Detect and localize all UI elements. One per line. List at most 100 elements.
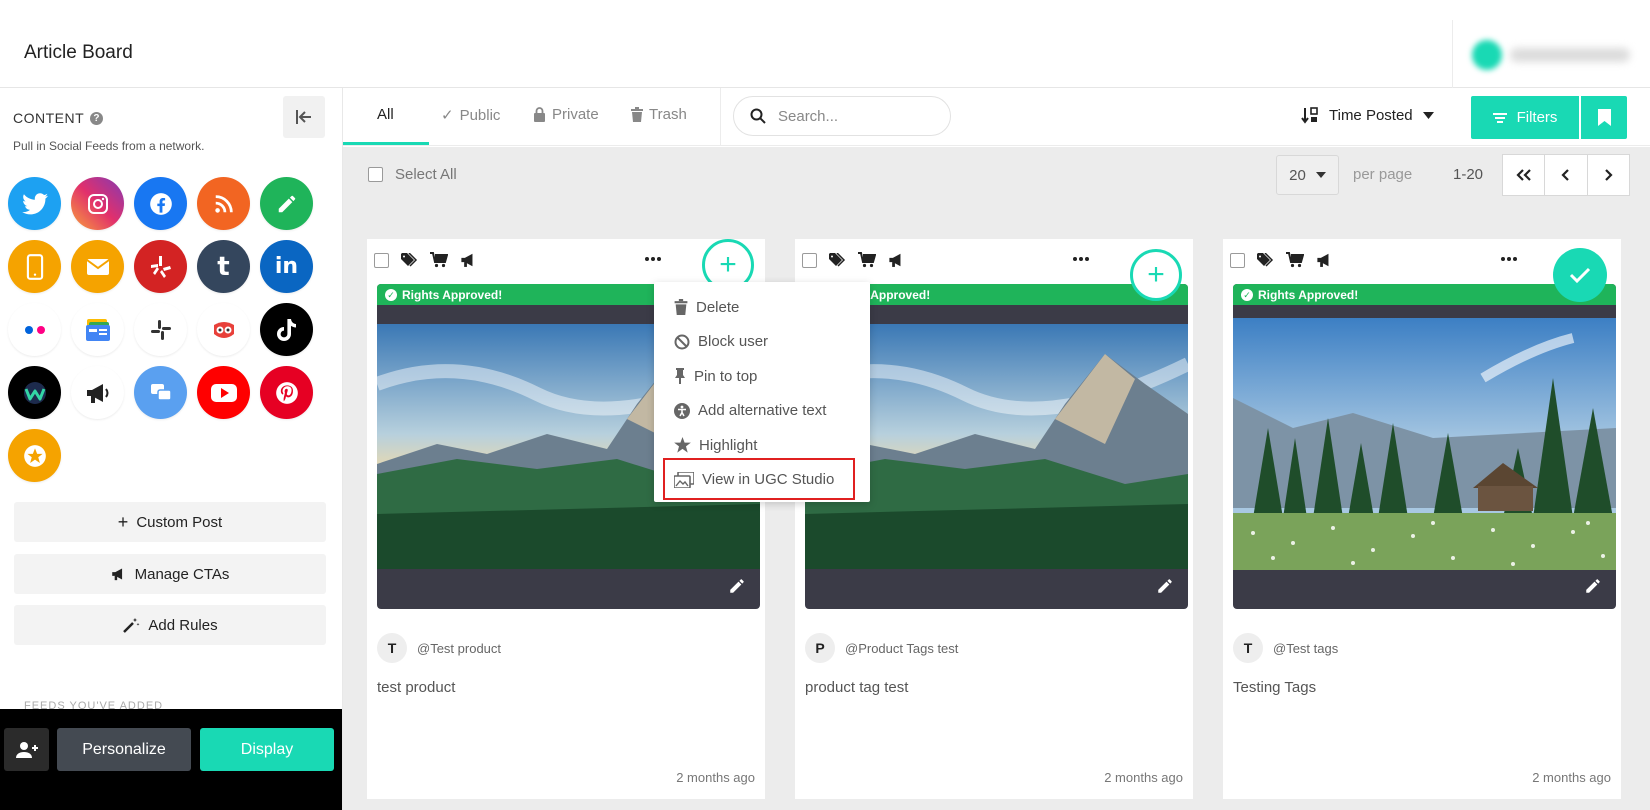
add-rules-button[interactable]: Add Rules (14, 605, 326, 645)
linkedin-icon: in (274, 254, 299, 279)
reviews-network-button[interactable] (8, 429, 61, 482)
tab-trash[interactable]: Trash (631, 106, 687, 123)
star-icon (674, 437, 691, 453)
menu-item-alt-text[interactable]: Add alternative text (654, 394, 870, 429)
slack-network-button[interactable] (134, 303, 187, 356)
tab-public[interactable]: ✓ Public (441, 106, 500, 125)
display-button[interactable]: Display (200, 728, 334, 771)
menu-item-block-user[interactable]: Block user (654, 325, 870, 360)
content-heading-label: CONTENT (13, 110, 85, 126)
instagram-network-button[interactable] (71, 177, 124, 230)
yelp-network-button[interactable] (134, 240, 187, 293)
tags-icon[interactable] (829, 252, 846, 268)
content-subtitle: Pull in Social Feeds from a network. (13, 139, 205, 153)
select-bar: Select All 20 per page 1-20 (343, 147, 1650, 203)
highlight-outline (663, 458, 855, 500)
first-page-button[interactable] (1503, 155, 1546, 195)
user-avatar (1472, 40, 1502, 70)
card-select-checkbox[interactable] (374, 252, 389, 268)
add-rules-label: Add Rules (148, 616, 218, 634)
pagination (1502, 154, 1630, 196)
twitter-network-button[interactable] (8, 177, 61, 230)
manage-ctas-button[interactable]: Manage CTAs (14, 554, 326, 594)
meadow-cabin-photo (1233, 318, 1616, 570)
shopping-cart-icon[interactable] (858, 252, 876, 268)
flickr-network-button[interactable] (8, 303, 61, 356)
menu-item-delete[interactable]: Delete (654, 290, 870, 325)
author-handle[interactable]: @Test tags (1273, 641, 1338, 656)
post-author: T @Test product (377, 633, 501, 663)
add-user-button[interactable] (4, 728, 49, 771)
custom-post-label: Custom Post (136, 513, 223, 531)
pinterest-network-button[interactable] (260, 366, 313, 419)
announcement-network-button[interactable] (71, 366, 124, 419)
select-all-label: Select All (395, 166, 457, 183)
facebook-network-button[interactable] (134, 177, 187, 230)
card-select-checkbox[interactable] (1230, 252, 1245, 268)
post-media[interactable]: ✓ Rights Approved! (1233, 284, 1616, 609)
edit-pencil-icon[interactable] (728, 577, 746, 595)
twitter-icon (21, 192, 48, 214)
add-to-collection-button[interactable]: + (1130, 249, 1182, 301)
next-page-button[interactable] (1588, 155, 1629, 195)
search-input[interactable] (778, 107, 928, 125)
edit-pencil-icon[interactable] (1584, 577, 1602, 595)
sort-icon (1301, 107, 1318, 124)
sidebar: CONTENT ? Pull in Social Feeds from a ne… (0, 88, 343, 810)
per-page-select[interactable]: 20 (1276, 155, 1339, 195)
personalize-button[interactable]: Personalize (57, 728, 191, 771)
tiktok-network-button[interactable] (260, 303, 313, 356)
more-options-icon[interactable] (1501, 257, 1517, 261)
megaphone-icon[interactable] (888, 252, 906, 268)
card-toolbar (802, 252, 906, 268)
select-all-checkbox[interactable] (368, 167, 383, 182)
linkedin-network-button[interactable]: in (260, 240, 313, 293)
shopping-cart-icon[interactable] (1286, 252, 1304, 268)
tumblr-network-button[interactable]: t (197, 240, 250, 293)
tab-all-label: All (377, 106, 394, 123)
email-network-button[interactable] (71, 240, 124, 293)
custom-post-network-button[interactable] (260, 177, 313, 230)
chat-network-button[interactable] (134, 366, 187, 419)
plus-icon: + (1147, 258, 1165, 291)
author-handle[interactable]: @Product Tags test (845, 641, 958, 656)
post-time: 2 months ago (1104, 770, 1183, 785)
approved-toggle-button[interactable] (1553, 248, 1607, 302)
webex-network-button[interactable] (8, 366, 61, 419)
mobile-network-button[interactable] (8, 240, 61, 293)
tab-all[interactable]: All (377, 106, 394, 123)
megaphone-icon[interactable] (460, 252, 478, 268)
shopping-cart-icon[interactable] (430, 252, 448, 268)
search-box[interactable] (733, 96, 951, 136)
collapse-sidebar-button[interactable] (283, 96, 325, 138)
bookmark-icon (1597, 109, 1611, 126)
filters-button[interactable]: Filters (1471, 96, 1579, 139)
pin-icon (675, 368, 685, 385)
header-divider (1452, 20, 1453, 88)
edit-pencil-icon[interactable] (1156, 577, 1174, 595)
user-account-menu[interactable] (1470, 38, 1640, 72)
double-chevron-left-icon (1516, 169, 1531, 181)
prev-page-button[interactable] (1545, 155, 1588, 195)
help-icon[interactable]: ? (90, 111, 104, 125)
saved-filters-button[interactable] (1581, 96, 1627, 139)
card-select-checkbox[interactable] (802, 252, 817, 268)
google-news-network-button[interactable] (71, 303, 124, 356)
youtube-network-button[interactable] (197, 366, 250, 419)
megaphone-icon[interactable] (1316, 252, 1334, 268)
select-all[interactable]: Select All (368, 166, 457, 183)
tags-icon[interactable] (401, 252, 418, 268)
custom-post-button[interactable]: + Custom Post (14, 502, 326, 542)
menu-item-pin-to-top[interactable]: Pin to top (654, 359, 870, 394)
rights-label: Rights Approved! (402, 287, 503, 302)
sort-dropdown[interactable]: Time Posted (1301, 106, 1434, 124)
tags-icon[interactable] (1257, 252, 1274, 268)
more-options-icon[interactable] (645, 257, 661, 261)
rss-network-button[interactable] (197, 177, 250, 230)
post-card[interactable]: ✓ Rights Approved! T @Test tags Testing … (1223, 239, 1621, 799)
author-handle[interactable]: @Test product (417, 641, 501, 656)
tripadvisor-network-button[interactable] (197, 303, 250, 356)
more-options-icon[interactable] (1073, 257, 1089, 261)
tab-private[interactable]: Private (533, 106, 599, 123)
mobile-phone-icon (26, 253, 43, 280)
